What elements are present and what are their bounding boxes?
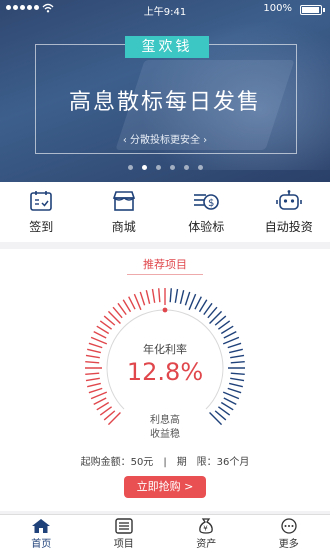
gauge-tick bbox=[117, 302, 127, 316]
carousel-dot[interactable] bbox=[141, 165, 147, 170]
quick-nav-signin[interactable]: 签到 bbox=[0, 182, 83, 242]
gauge-tick bbox=[112, 306, 123, 319]
gauge-tick bbox=[90, 391, 108, 400]
gauge-tick bbox=[174, 288, 179, 303]
buy-now-button[interactable]: 立即抢购 > bbox=[124, 476, 206, 498]
gauge-marker bbox=[162, 307, 168, 313]
gauge-tick bbox=[96, 401, 110, 411]
carousel-dot[interactable] bbox=[183, 165, 189, 170]
gauge-tick bbox=[222, 391, 240, 400]
gauge-tick bbox=[188, 293, 197, 311]
tab-label: 更多 bbox=[278, 539, 299, 550]
gauge-tick bbox=[214, 315, 227, 326]
carousel-dot[interactable] bbox=[127, 165, 133, 170]
list-icon bbox=[115, 518, 133, 534]
gauge-tick bbox=[145, 290, 151, 304]
tab-assets[interactable]: ¥ 资产 bbox=[165, 515, 248, 550]
gauge-tick bbox=[103, 315, 116, 326]
tab-label: 项目 bbox=[113, 539, 134, 550]
gauge-tick bbox=[217, 320, 231, 330]
gauge-tick bbox=[88, 387, 103, 394]
carousel-dots bbox=[0, 165, 330, 170]
period: 期 限：36个月 bbox=[176, 457, 250, 468]
calendar-icon bbox=[30, 191, 53, 211]
terms-separator: | bbox=[163, 457, 167, 468]
gauge-tick bbox=[169, 288, 172, 303]
banner-subline: ‹ 分散投标更安全 › bbox=[0, 131, 330, 146]
product-terms: 起购金额：50元 | 期 限：36个月 bbox=[0, 453, 330, 468]
gauge-tick bbox=[198, 299, 208, 313]
gauge-tick bbox=[227, 387, 242, 394]
product-card[interactable]: 推荐项目 年化利率 12.8% 利息高 收益稳 起购金额：50元 | 期 限：36个… bbox=[0, 249, 330, 511]
gauge-tick bbox=[96, 325, 110, 335]
gauge-tick bbox=[223, 397, 237, 405]
assets-icon: ¥ bbox=[199, 518, 214, 534]
bottom-tab-bar: 首页 项目 ¥ 资产 更多 bbox=[0, 514, 330, 550]
subline-decor-right: › bbox=[200, 135, 208, 146]
robot-icon bbox=[275, 190, 302, 210]
quick-nav: 签到 商城 $ 体验标 自动投资 bbox=[0, 182, 330, 242]
quick-nav-auto-invest[interactable]: 自动投资 bbox=[248, 182, 330, 242]
banner-headline: 高息散标每日发售 bbox=[68, 90, 261, 115]
brand-tag: 玺欢钱 bbox=[125, 36, 209, 58]
rate-label: 年化利率 bbox=[143, 343, 187, 356]
gauge-tick bbox=[93, 331, 107, 339]
battery-icon bbox=[300, 5, 325, 15]
gauge-tick bbox=[99, 320, 113, 330]
quick-nav-label: 体验标 bbox=[188, 220, 225, 234]
money-icon: $ bbox=[194, 194, 220, 210]
rate-value: 12.8% bbox=[126, 358, 204, 386]
gauge-tick bbox=[220, 325, 234, 335]
tab-label: 首页 bbox=[31, 539, 52, 550]
tab-more[interactable]: 更多 bbox=[248, 515, 330, 550]
tab-home[interactable]: 首页 bbox=[0, 515, 83, 550]
gauge-tick bbox=[184, 291, 191, 306]
carousel-dot[interactable] bbox=[197, 165, 203, 170]
subline-decor-left: ‹ bbox=[122, 135, 130, 146]
gauge-tick bbox=[122, 299, 132, 313]
gauge-tick bbox=[179, 290, 185, 304]
gauge-tick bbox=[207, 306, 218, 319]
tab-projects[interactable]: 项目 bbox=[83, 515, 166, 550]
more-icon bbox=[281, 518, 297, 534]
gauge-tick bbox=[93, 397, 107, 405]
quick-nav-label: 自动投资 bbox=[264, 220, 313, 234]
gauge-tick bbox=[220, 401, 234, 411]
tab-label: 资产 bbox=[196, 539, 217, 550]
section-divider bbox=[127, 274, 203, 275]
banner-carousel[interactable]: 上午9:41 100% 玺欢钱 高息散标每日发售 ‹ 分散投标更安全 › bbox=[0, 0, 330, 182]
min-amount: 起购金额：50元 bbox=[80, 457, 154, 468]
battery-percent: 100% bbox=[263, 3, 292, 14]
gauge-tick bbox=[139, 291, 146, 306]
rate-note-line1: 利息高 bbox=[150, 415, 180, 426]
gauge-tick bbox=[194, 296, 202, 310]
carousel-dot[interactable] bbox=[169, 165, 175, 170]
banner-subline-text: 分散投标更安全 bbox=[130, 135, 200, 146]
home-icon bbox=[32, 519, 51, 533]
gauge-tick bbox=[133, 293, 142, 311]
quick-nav-label: 商城 bbox=[111, 220, 136, 234]
gauge-tick bbox=[128, 296, 136, 310]
status-bar: 上午9:41 100% bbox=[0, 0, 330, 18]
carousel-dot[interactable] bbox=[155, 165, 161, 170]
shop-icon bbox=[112, 191, 135, 211]
gauge-tick bbox=[223, 331, 237, 339]
rate-note-line2: 收益稳 bbox=[150, 429, 180, 440]
quick-nav-trial[interactable]: $ 体验标 bbox=[165, 182, 248, 242]
svg-text:¥: ¥ bbox=[203, 525, 208, 533]
quick-nav-mall[interactable]: 商城 bbox=[83, 182, 166, 242]
gauge-tick bbox=[158, 288, 161, 303]
gauge-tick bbox=[203, 302, 213, 316]
quick-nav-label: 签到 bbox=[29, 220, 54, 234]
gauge-tick bbox=[151, 288, 156, 303]
svg-text:$: $ bbox=[208, 198, 214, 209]
section-title: 推荐项目 bbox=[143, 258, 187, 271]
